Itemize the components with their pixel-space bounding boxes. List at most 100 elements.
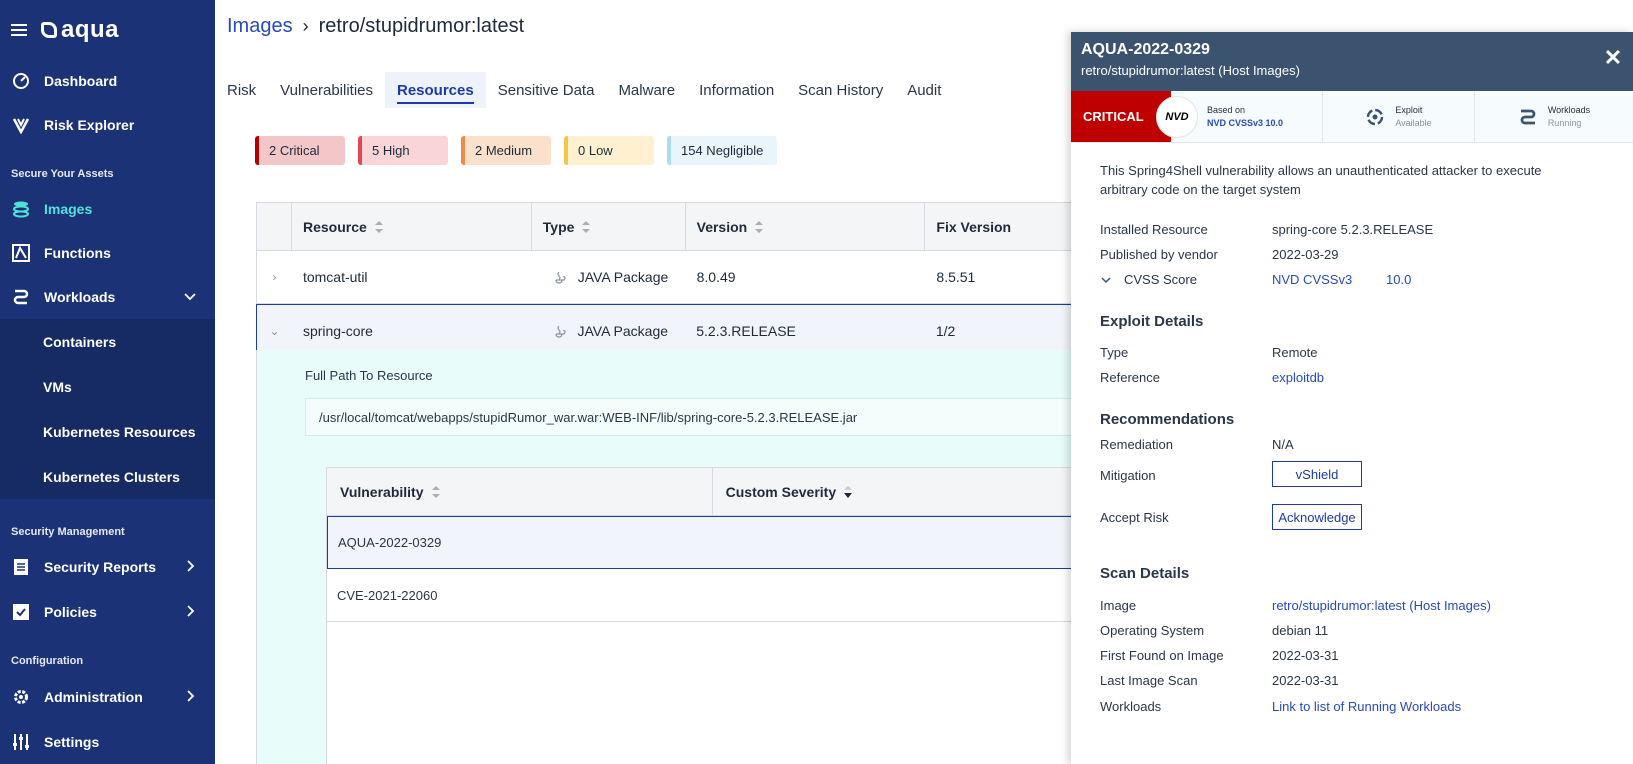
sidebar-item-label: Dashboard: [44, 72, 118, 89]
breadcrumb-images-link[interactable]: Images: [227, 15, 293, 38]
sidebar-item-security-reports[interactable]: Security Reports: [0, 544, 215, 589]
severity-chip-low[interactable]: 0 Low: [564, 136, 654, 165]
cell-resource: tomcat-util: [302, 269, 368, 285]
drawer-subtitle: retro/stupidrumor:latest (Host Images): [1081, 63, 1300, 78]
running-workloads-link[interactable]: Link to list of Running Workloads: [1272, 699, 1461, 714]
sidebar-item-policies[interactable]: Policies: [0, 589, 215, 634]
gauge-icon: [11, 71, 31, 91]
column-header-vulnerability[interactable]: Vulnerability: [327, 468, 713, 515]
column-header-label: Version: [696, 218, 748, 235]
chevron-right-icon[interactable]: [181, 557, 199, 575]
report-icon: [11, 557, 31, 577]
functions-icon: [11, 243, 31, 263]
type-label: Type: [1100, 345, 1129, 360]
cvss-score-toggle[interactable]: CVSS Score: [1100, 272, 1197, 287]
drawer-body: This Spring4Shell vulnerability allows a…: [1071, 143, 1633, 763]
exploit-cell: Exploit Available: [1323, 91, 1475, 142]
first-found-label: First Found on Image: [1100, 648, 1224, 663]
last-scan-value: 2022-03-31: [1272, 673, 1339, 688]
acknowledge-button[interactable]: Acknowledge: [1272, 504, 1362, 530]
remediation-value: N/A: [1272, 437, 1294, 452]
image-link[interactable]: retro/stupidrumor:latest (Host Images): [1272, 598, 1491, 613]
cell-resource: spring-core: [302, 322, 373, 339]
tab-audit[interactable]: Audit: [895, 72, 953, 108]
type-value: Remote: [1272, 345, 1318, 360]
cell-type-label: JAVA Package: [577, 322, 669, 339]
chevron-right-icon[interactable]: [181, 687, 199, 705]
tab-sensitive-data[interactable]: Sensitive Data: [486, 72, 607, 108]
tab-scan-history[interactable]: Scan History: [786, 72, 895, 108]
sidebar-item-workloads[interactable]: Workloads: [0, 274, 215, 319]
nvd-score-cell: NVD Based on NVD CVSSv3 10.0: [1156, 91, 1323, 142]
sidebar-item-administration[interactable]: Administration: [0, 674, 215, 719]
severity-label: CRITICAL: [1083, 109, 1144, 124]
first-found-value: 2022-03-31: [1272, 648, 1339, 663]
sort-icon[interactable]: [374, 220, 383, 233]
cvss-source-link[interactable]: NVD CVSSv3: [1272, 272, 1352, 287]
tab-resources[interactable]: Resources: [385, 72, 486, 108]
tab-information[interactable]: Information: [687, 72, 786, 108]
close-icon[interactable]: ✕: [1603, 47, 1623, 69]
vulnerability-id: AQUA-2022-0329: [338, 535, 442, 550]
installed-resource-value: spring-core 5.2.3.RELEASE: [1272, 222, 1434, 237]
sidebar-item-kubernetes-clusters[interactable]: Kubernetes Clusters: [0, 454, 215, 499]
column-header-resource[interactable]: Resource: [292, 203, 532, 250]
column-header-type[interactable]: Type: [532, 203, 686, 250]
severity-chip-critical[interactable]: 2 Critical: [255, 136, 345, 165]
sidebar-item-vms[interactable]: VMs: [0, 364, 215, 409]
severity-banner: CRITICAL NVD Based on NVD CVSSv3 10.0 Ex…: [1071, 91, 1633, 143]
sort-icon[interactable]: [582, 220, 591, 233]
exploit-icon: [1367, 108, 1384, 125]
java-icon: [554, 325, 566, 338]
chevron-right-icon[interactable]: ›: [257, 270, 292, 284]
sidebar-item-label: Settings: [44, 733, 100, 750]
exploit-value: Available: [1395, 117, 1432, 128]
tab-malware[interactable]: Malware: [606, 72, 687, 108]
brand: aqua: [11, 16, 119, 44]
sidebar-item-label: Administration: [44, 688, 143, 705]
sidebar-item-images[interactable]: Images: [0, 186, 215, 231]
settings-sliders-icon: [11, 732, 31, 752]
tab-risk[interactable]: Risk: [227, 72, 268, 108]
column-header-version[interactable]: Version: [686, 203, 926, 250]
column-header-label: Vulnerability: [340, 483, 424, 500]
severity-chip-negligible[interactable]: 154 Negligible: [667, 136, 777, 165]
sidebar-item-risk-explorer[interactable]: Risk Explorer: [0, 102, 215, 147]
os-value: debian 11: [1272, 623, 1329, 638]
expand-column-header: [257, 203, 292, 250]
severity-chip-high[interactable]: 5 High: [358, 136, 448, 165]
sidebar: aqua Dashboard Risk Explorer Secure Your…: [0, 0, 215, 764]
chevron-right-icon: ›: [302, 16, 309, 36]
mitigation-label: Mitigation: [1100, 468, 1156, 483]
section-heading-configuration: Configuration: [11, 655, 84, 667]
vulnerability-id: CVE-2021-22060: [337, 587, 438, 603]
remediation-label: Remediation: [1100, 437, 1173, 452]
aqua-logo[interactable]: aqua: [41, 16, 119, 44]
chevron-down-icon[interactable]: [181, 287, 199, 305]
sidebar-item-label: Images: [44, 200, 93, 217]
column-header-label: Fix Version: [936, 218, 1012, 235]
sidebar-item-label: Functions: [44, 244, 111, 261]
sidebar-item-settings[interactable]: Settings: [0, 719, 215, 764]
menu-icon[interactable]: [11, 24, 27, 36]
sidebar-item-label: Workloads: [44, 288, 116, 305]
path-label: Full Path To Resource: [305, 368, 433, 383]
reference-link[interactable]: exploitdb: [1272, 370, 1324, 385]
chevron-down-icon: [1101, 276, 1111, 283]
sort-icon[interactable]: [431, 485, 440, 498]
sidebar-item-functions[interactable]: Functions: [0, 230, 215, 275]
tab-vulnerabilities[interactable]: Vulnerabilities: [268, 72, 385, 108]
column-header-label: Custom Severity: [725, 483, 837, 500]
sidebar-item-dashboard[interactable]: Dashboard: [0, 58, 215, 103]
severity-chip-medium[interactable]: 2 Medium: [461, 136, 551, 165]
section-heading-security: Security Management: [11, 526, 125, 538]
chevron-right-icon[interactable]: [181, 602, 199, 620]
installed-resource-label: Installed Resource: [1100, 222, 1208, 237]
sidebar-item-containers[interactable]: Containers: [0, 319, 215, 364]
java-icon: [555, 271, 566, 284]
chevron-down-icon[interactable]: ⌄: [257, 324, 292, 338]
sort-icon[interactable]: [755, 220, 764, 233]
vshield-button[interactable]: vShield: [1272, 461, 1362, 487]
tab-bar: Risk Vulnerabilities Resources Sensitive…: [227, 72, 953, 108]
sidebar-item-kubernetes-resources[interactable]: Kubernetes Resources: [0, 409, 215, 454]
